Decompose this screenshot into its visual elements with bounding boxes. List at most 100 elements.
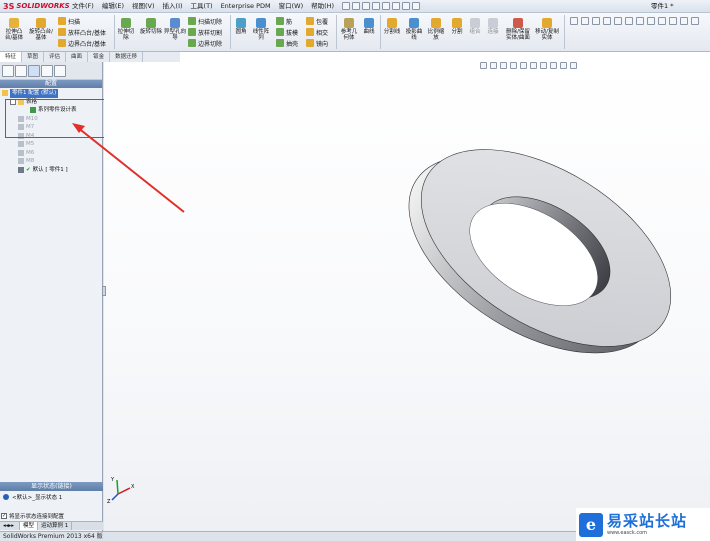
menu-edit[interactable]: 编辑(E) <box>98 0 128 13</box>
delete-body-button[interactable]: 删除/保留实体/曲面 <box>504 18 532 41</box>
menu-file[interactable]: 文件(F) <box>68 0 98 13</box>
extrude-cut-button[interactable]: 拉伸切除 <box>116 18 136 41</box>
property-manager-tab-icon[interactable] <box>15 65 27 77</box>
shell-button[interactable]: 抽壳 <box>276 38 298 48</box>
ribbon-separator <box>380 15 381 49</box>
delete-body-icon <box>513 18 523 28</box>
scale-button[interactable]: 比例缩放 <box>426 18 446 41</box>
pattern-icon[interactable] <box>680 17 688 25</box>
draft-button[interactable]: 拔模 <box>276 27 298 37</box>
tab-sketch[interactable]: 草图 <box>22 52 45 62</box>
undo-icon[interactable] <box>382 2 391 10</box>
trim-icon[interactable] <box>647 17 655 25</box>
revolve-boss-button[interactable]: 旋转凸台/基体 <box>28 18 54 41</box>
line-icon[interactable] <box>592 17 600 25</box>
config-item-m5[interactable]: M5 <box>0 140 102 149</box>
display-state-item[interactable]: <默认>_显示状态 1 <box>3 493 62 501</box>
tab-features[interactable]: 特征 <box>0 52 23 62</box>
mirror-icon <box>306 39 314 47</box>
title-bar: 3S SOLIDWORKS 文件(F) 编辑(E) 视图(V) 插入(I) 工具… <box>0 0 710 13</box>
split-line-label: 分割线 <box>383 29 401 35</box>
swept-cut-button[interactable]: 扫描切除 <box>188 16 222 26</box>
save-icon[interactable] <box>362 2 371 10</box>
tab-data-migration[interactable]: 数据迁移 <box>110 52 144 62</box>
dimxpert-tab-icon[interactable] <box>41 65 53 77</box>
boundary-cut-icon <box>188 39 196 47</box>
extrude-cut-icon <box>121 18 131 28</box>
tab-evaluate[interactable]: 评估 <box>44 52 67 62</box>
ribbon-separator <box>336 15 337 49</box>
config-item-m6[interactable]: M6 <box>0 149 102 158</box>
fillet-button[interactable]: 圆角 <box>233 18 249 35</box>
print-icon[interactable] <box>372 2 381 10</box>
mirror-button[interactable]: 镜向 <box>306 38 328 48</box>
rectangle-icon[interactable] <box>603 17 611 25</box>
project-curve-button[interactable]: 投影曲线 <box>404 18 424 41</box>
loft-boss-button[interactable]: 放样凸台/基体 <box>58 27 106 37</box>
boundary-boss-button[interactable]: 边界凸台/基体 <box>58 38 106 48</box>
boundary-cut-button[interactable]: 边界切除 <box>188 38 222 48</box>
move-body-label: 移动/复制实体 <box>535 29 559 41</box>
select-icon[interactable] <box>392 2 401 10</box>
mirror-entities-icon[interactable] <box>669 17 677 25</box>
open-file-icon[interactable] <box>352 2 361 10</box>
options-icon[interactable] <box>412 2 421 10</box>
sweep-button[interactable]: 扫描 <box>58 16 80 26</box>
hole-wizard-button[interactable]: 异型孔向导 <box>164 18 186 41</box>
tab-nav-arrows[interactable]: ◂◂▸▸ <box>0 522 20 530</box>
config-item-default[interactable]: ✔ 默认 [ 零件1 ] <box>0 166 102 175</box>
configuration-icon <box>18 149 24 156</box>
arc-icon[interactable] <box>625 17 633 25</box>
menu-insert[interactable]: 插入(I) <box>159 0 187 13</box>
extrude-boss-button[interactable]: 拉伸凸台/基体 <box>3 18 25 41</box>
split-button[interactable]: 分割 <box>449 18 465 35</box>
sketch-icon[interactable] <box>570 17 578 25</box>
configuration-manager-tab-icon[interactable] <box>28 65 40 77</box>
extrude-boss-label: 拉伸凸台/基体 <box>4 29 24 41</box>
graphics-area[interactable]: Y X Z <box>104 62 710 531</box>
move-body-icon <box>542 18 552 28</box>
menu-view[interactable]: 视图(V) <box>128 0 159 13</box>
join-button[interactable]: 连接 <box>485 18 501 35</box>
tree-root[interactable]: 零件1 配置 (默认) <box>0 89 102 98</box>
wrap-button[interactable]: 包覆 <box>306 16 328 26</box>
config-item-m8[interactable]: M8 <box>0 157 102 166</box>
panel-resize-handle[interactable] <box>102 286 106 296</box>
curves-button[interactable]: 曲线 <box>361 18 377 35</box>
split-icon <box>452 18 462 28</box>
tab-surfaces[interactable]: 曲面 <box>66 52 89 62</box>
feature-manager-tab-icon[interactable] <box>2 65 14 77</box>
intersect-button[interactable]: 相交 <box>306 27 328 37</box>
offset-icon[interactable] <box>658 17 666 25</box>
spline-icon[interactable] <box>636 17 644 25</box>
revolve-cut-button[interactable]: 旋转切除 <box>140 18 162 35</box>
relations-icon[interactable] <box>691 17 699 25</box>
link-display-state-checkbox[interactable]: ✓ <box>1 513 7 519</box>
curves-icon <box>364 18 374 28</box>
new-file-icon[interactable] <box>342 2 351 10</box>
config-label: 默认 [ 零件1 ] <box>32 166 68 173</box>
project-curve-icon <box>409 18 419 28</box>
reference-geometry-button[interactable]: 参考几何体 <box>339 18 359 41</box>
menu-tools[interactable]: 工具(T) <box>187 0 217 13</box>
solidworks-logo[interactable]: 3S SOLIDWORKS <box>0 2 70 11</box>
menu-help[interactable]: 帮助(H) <box>307 0 338 13</box>
rib-button[interactable]: 筋 <box>276 16 292 26</box>
tab-model[interactable]: 模型 <box>20 522 39 530</box>
display-manager-tab-icon[interactable] <box>54 65 66 77</box>
quick-access-toolbar <box>342 2 421 10</box>
circle-icon[interactable] <box>614 17 622 25</box>
rebuild-icon[interactable] <box>402 2 411 10</box>
smart-dimension-icon[interactable] <box>581 17 589 25</box>
split-line-button[interactable]: 分割线 <box>382 18 402 35</box>
menu-window[interactable]: 窗口(W) <box>275 0 308 13</box>
menu-enterprise-pdm[interactable]: Enterprise PDM <box>217 0 275 13</box>
tab-motion-study[interactable]: 运动算例 1 <box>38 522 73 530</box>
lofted-cut-button[interactable]: 放样切割 <box>188 27 222 37</box>
combine-button[interactable]: 组合 <box>467 18 483 35</box>
link-display-state-option[interactable]: ✓ 将显示状态连接到配置 <box>1 512 64 520</box>
washer-part[interactable] <box>375 105 705 397</box>
tab-sheet-metal[interactable]: 钣金 <box>88 52 111 62</box>
linear-pattern-button[interactable]: 线性阵列 <box>252 18 270 41</box>
move-body-button[interactable]: 移动/复制实体 <box>534 18 560 41</box>
